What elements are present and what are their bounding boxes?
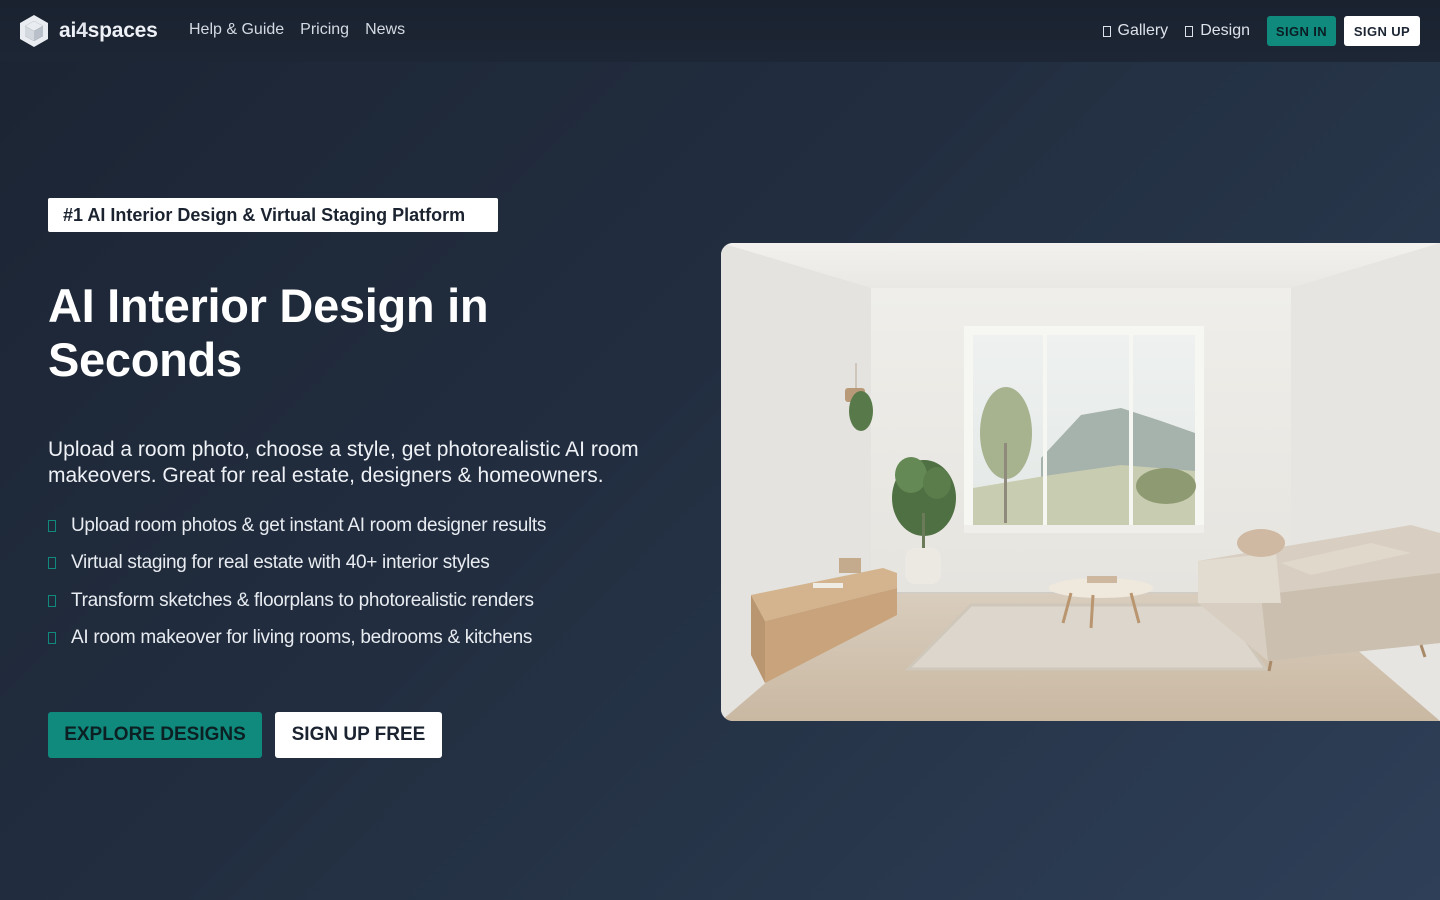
design-icon — [1185, 25, 1194, 37]
brand-logo[interactable]: ai4spaces — [18, 14, 158, 48]
check-icon — [48, 519, 56, 532]
feature-item: Upload room photos & get instant AI room… — [48, 507, 546, 545]
nav-link-design[interactable]: Design — [1185, 22, 1250, 40]
check-icon — [48, 557, 56, 570]
sign-in-button[interactable]: SIGN IN — [1267, 16, 1336, 46]
feature-item: Virtual staging for real estate with 40+… — [48, 545, 546, 583]
feature-list: Upload room photos & get instant AI room… — [48, 507, 546, 657]
hero-headline: AI Interior Design in Seconds — [48, 279, 489, 386]
feature-item: AI room makeover for living rooms, bedro… — [48, 620, 546, 658]
nav-link-help-guide[interactable]: Help & Guide — [189, 21, 284, 39]
check-icon — [48, 594, 56, 607]
top-navbar: ai4spaces Help & Guide Pricing News Gall… — [0, 0, 1440, 62]
explore-designs-button[interactable]: EXPLORE DESIGNS — [48, 712, 262, 758]
nav-link-gallery[interactable]: Gallery — [1102, 22, 1169, 40]
cube-logo-icon — [20, 15, 48, 47]
nav-link-pricing[interactable]: Pricing — [300, 21, 349, 39]
gallery-label: Gallery — [1117, 22, 1169, 39]
hero-badge: #1 AI Interior Design & Virtual Staging … — [48, 198, 498, 232]
primary-nav: Help & Guide Pricing News — [189, 21, 421, 39]
sign-up-button[interactable]: SIGN UP — [1344, 16, 1420, 46]
hero-room-image — [721, 243, 1440, 721]
nav-link-news[interactable]: News — [365, 21, 405, 39]
design-label: Design — [1200, 22, 1250, 39]
nav-actions: Gallery Design SIGN IN SIGN UP — [1102, 16, 1420, 46]
hero-cta-group: EXPLORE DESIGNS SIGN UP FREE — [48, 712, 442, 758]
hero-subheadline: Upload a room photo, choose a style, get… — [48, 438, 639, 487]
gallery-icon — [1102, 25, 1111, 37]
feature-item: Transform sketches & floorplans to photo… — [48, 582, 546, 620]
check-icon — [48, 632, 56, 645]
sign-up-free-button[interactable]: SIGN UP FREE — [275, 712, 442, 758]
brand-name: ai4spaces — [59, 19, 158, 42]
